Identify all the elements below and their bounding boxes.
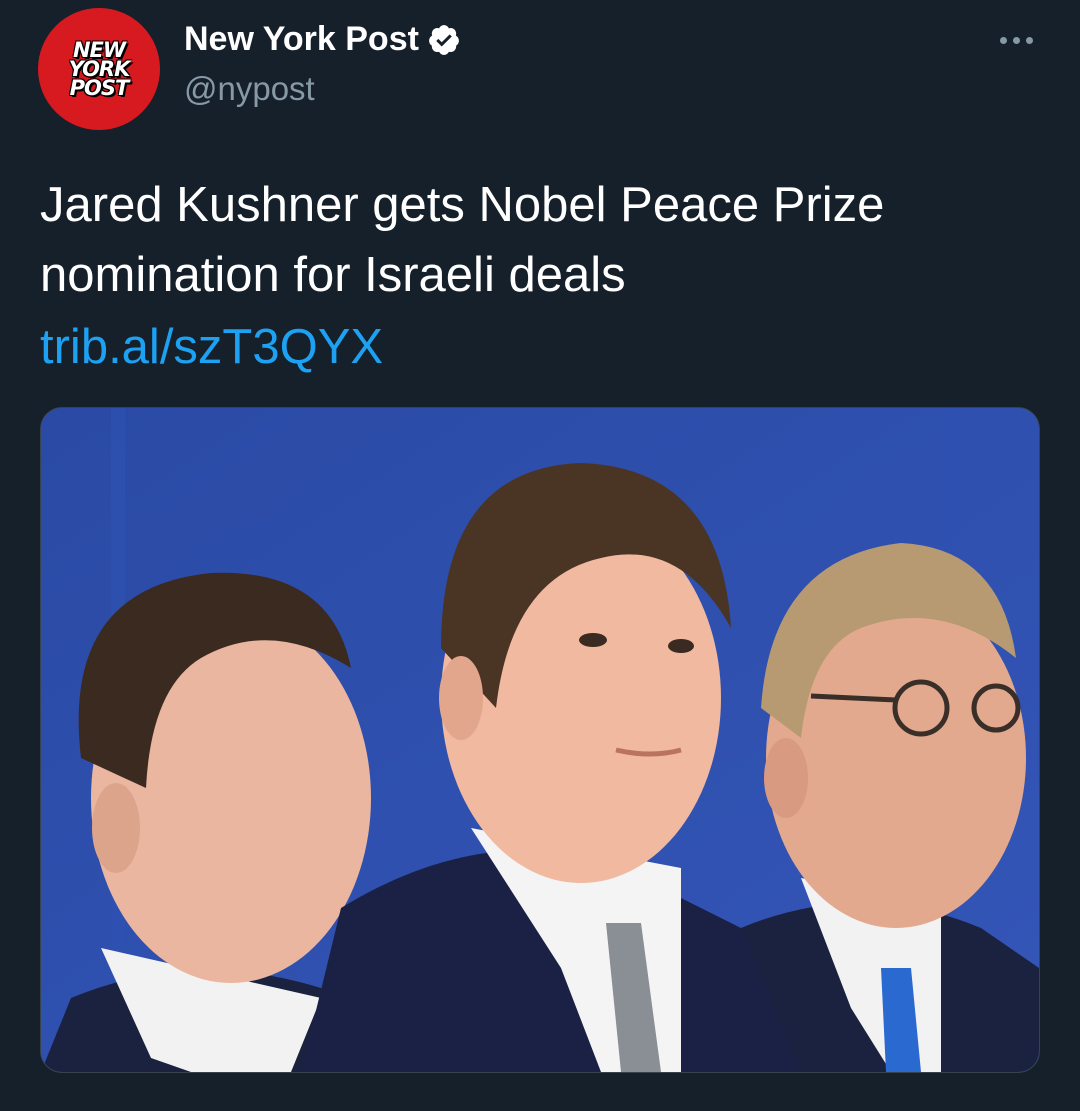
display-name[interactable]: New York Post — [184, 20, 461, 59]
display-name-text: New York Post — [184, 20, 419, 58]
tweet-card[interactable]: NEW YORK POST New York Post @nypost Jare… — [0, 0, 1080, 1111]
new-york-post-logo: NEW YORK POST — [49, 39, 149, 100]
tweet-photo[interactable] — [40, 407, 1040, 1073]
avatar[interactable]: NEW YORK POST — [38, 8, 160, 130]
handle[interactable]: @nypost — [184, 70, 315, 108]
logo-line-3: POST — [69, 75, 130, 100]
tweet-text: Jared Kushner gets Nobel Peace Prize nom… — [40, 178, 885, 302]
photo-three-men-illustration — [41, 408, 1039, 1072]
more-horizontal-icon[interactable] — [1000, 30, 1040, 50]
tweet-link[interactable]: trib.al/szT3QYX — [40, 312, 383, 382]
verified-badge-icon — [427, 23, 461, 57]
